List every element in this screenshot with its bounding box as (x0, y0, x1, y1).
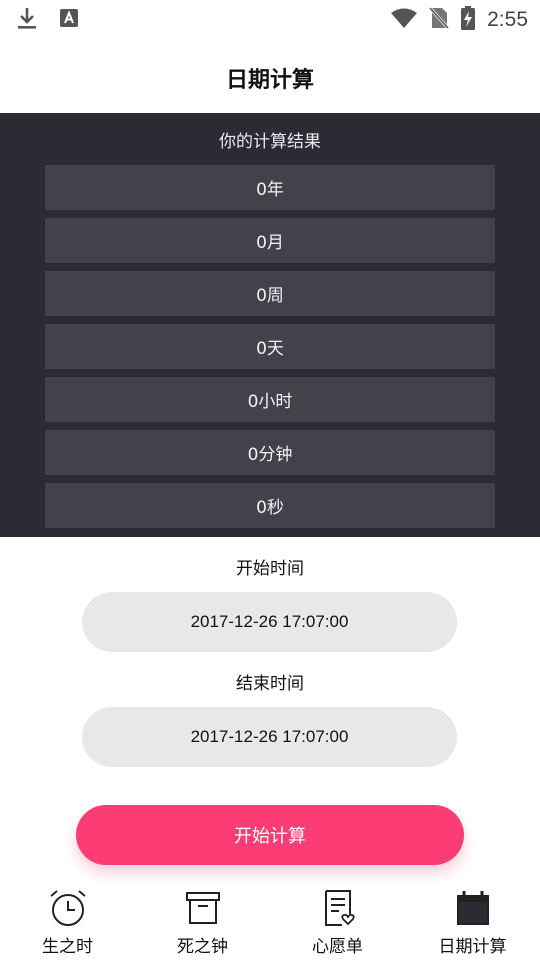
nav-label: 死之钟 (177, 937, 228, 957)
results-panel: 你的计算结果 0年 0月 0周 0天 0小时 0分钟 0秒 (0, 113, 540, 537)
alarm-clock-icon (48, 888, 88, 928)
end-time-field[interactable]: 2017-12-26 17:07:00 (82, 707, 457, 767)
page-title: 日期计算 (225, 68, 314, 93)
start-time-field[interactable]: 2017-12-26 17:07:00 (82, 592, 457, 652)
nav-item-birth-time[interactable]: 生之时 (0, 880, 135, 960)
calendar-icon (453, 888, 493, 928)
results-title: 你的计算结果 (219, 132, 321, 152)
archive-box-icon (183, 888, 223, 928)
result-seconds: 0秒 (45, 483, 495, 528)
nav-label: 生之时 (42, 937, 93, 957)
no-sim-icon (429, 6, 450, 33)
wifi-icon (391, 8, 418, 32)
start-time-label: 开始时间 (236, 559, 304, 579)
download-icon (16, 6, 38, 34)
nav-label: 心愿单 (312, 937, 363, 957)
result-years: 0年 (45, 165, 495, 210)
battery-charging-icon (461, 6, 476, 34)
result-weeks: 0周 (45, 271, 495, 316)
nav-label: 日期计算 (438, 937, 507, 957)
nav-item-date-calc[interactable]: 日期计算 (405, 880, 540, 960)
bottom-nav: 生之时 死之钟 心愿单 日期计算 (0, 880, 540, 960)
result-days: 0天 (45, 324, 495, 369)
wish-list-icon (318, 888, 358, 928)
end-time-label: 结束时间 (236, 674, 304, 694)
status-bar: 2:55 (0, 0, 540, 40)
nav-item-wish-list[interactable]: 心愿单 (270, 880, 405, 960)
result-minutes: 0分钟 (45, 430, 495, 475)
start-calculation-button[interactable]: 开始计算 (76, 805, 464, 865)
a-icon (60, 9, 78, 31)
result-months: 0月 (45, 218, 495, 263)
status-time: 2:55 (487, 8, 528, 31)
nav-item-death-clock[interactable]: 死之钟 (135, 880, 270, 960)
result-hours: 0小时 (45, 377, 495, 422)
